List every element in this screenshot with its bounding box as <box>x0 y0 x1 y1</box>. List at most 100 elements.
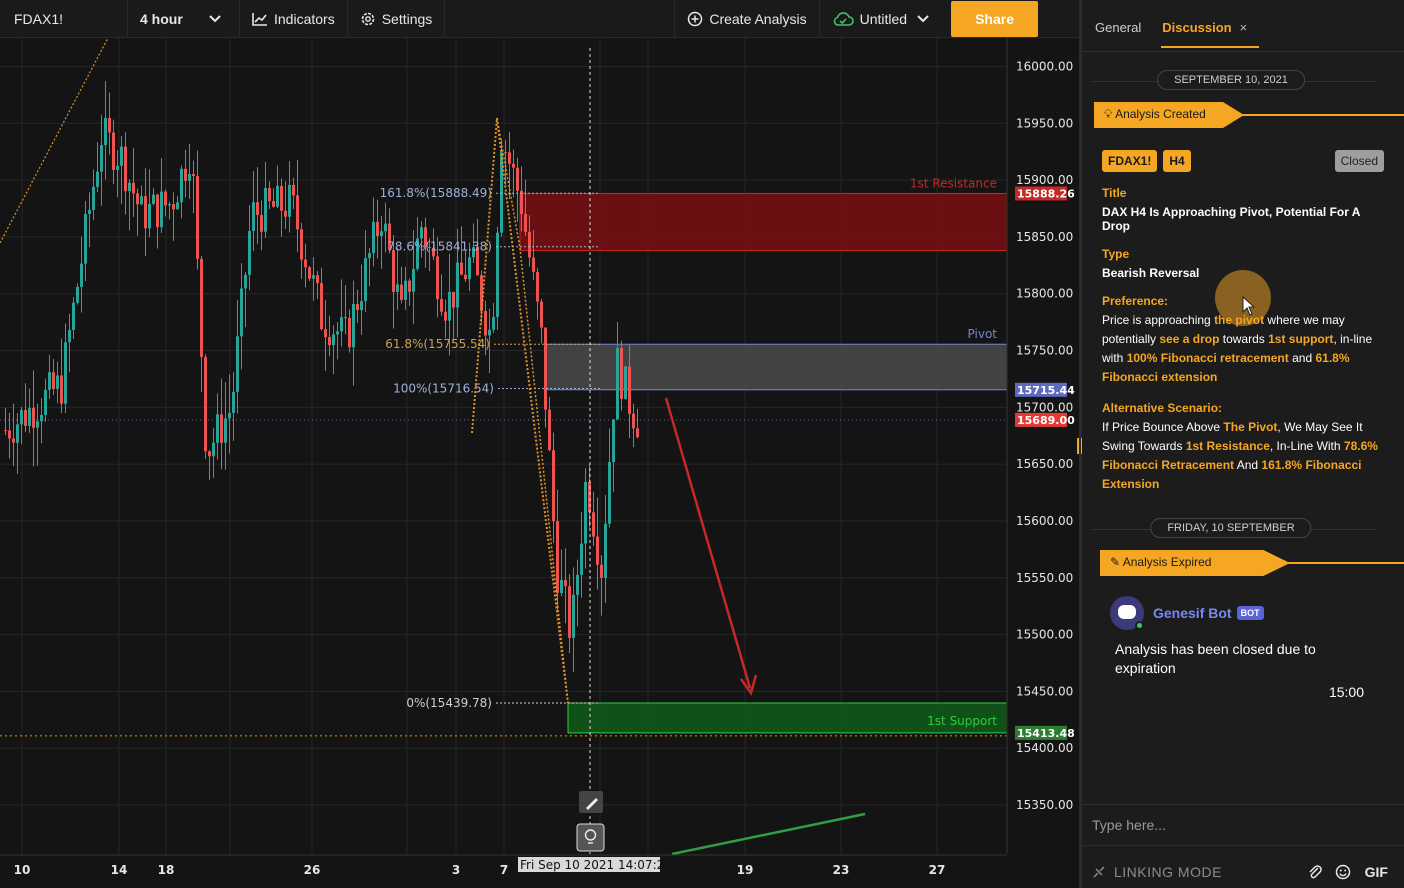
price-tag-label: 15689.00 <box>1017 414 1075 427</box>
analysis-tags: FDAX1! H4 Closed <box>1102 150 1384 172</box>
candle-body <box>308 267 311 279</box>
chart-zones: 1st Resistance Pivot 1st Support <box>519 176 1008 734</box>
candle-body <box>140 196 143 205</box>
candle-body <box>168 204 171 206</box>
candle-body <box>360 301 363 311</box>
candle-body <box>296 195 299 230</box>
candle-body <box>352 304 355 348</box>
zone-label: 1st Resistance <box>910 176 997 190</box>
pencil-tool-button[interactable] <box>579 791 603 813</box>
cloud-check-icon <box>833 11 854 26</box>
candle-body <box>628 366 631 414</box>
candle-body <box>244 274 247 289</box>
chevron-down-icon <box>917 14 929 22</box>
candle-body <box>176 202 179 210</box>
settings-button[interactable]: Settings <box>348 0 446 38</box>
candle-body <box>56 375 59 389</box>
time-tick-label: 7 <box>500 863 508 877</box>
create-analysis-label: Create Analysis <box>709 10 807 27</box>
symbol-selector[interactable]: FDAX1! <box>0 0 128 38</box>
candles <box>4 81 639 673</box>
candle-body <box>604 523 607 578</box>
candle-body <box>96 171 99 187</box>
banner-label: 💡︎ Analysis Created <box>1094 102 1244 128</box>
bot-message-text: Analysis has been closed due to expirati… <box>1115 641 1316 676</box>
paperclip-icon[interactable] <box>1307 864 1323 880</box>
layout-name: Untitled <box>859 10 908 27</box>
time-tick-label: 18 <box>158 863 175 877</box>
candle-body <box>356 304 359 311</box>
candle-body <box>484 310 487 336</box>
candle-body <box>232 391 235 413</box>
share-label: Share <box>975 10 1014 27</box>
candle-body <box>228 412 231 419</box>
date-pill: SEPTEMBER 10, 2021 <box>1157 70 1305 90</box>
candle-body <box>36 421 39 428</box>
settings-label: Settings <box>381 10 433 27</box>
candle-body <box>40 414 43 422</box>
candle-body <box>8 430 11 439</box>
candle-body <box>580 543 583 575</box>
fib-label: 161.8%(15888.49) <box>380 186 492 200</box>
close-tab-icon[interactable]: × <box>1240 20 1248 35</box>
crosshair-date-label: Fri Sep 10 2021 14:07:25 <box>520 858 672 872</box>
candle-body <box>612 419 615 463</box>
time-tick-label: 19 <box>737 863 754 877</box>
price-tick-label: 15850.00 <box>1016 230 1073 244</box>
tab-discussion[interactable]: Discussion × <box>1161 0 1260 48</box>
composer-tools: GIF <box>1307 864 1388 880</box>
gif-button[interactable]: GIF <box>1365 864 1388 880</box>
emoji-icon[interactable] <box>1335 864 1351 880</box>
candle-body <box>368 253 371 259</box>
candle-body <box>376 221 379 236</box>
interval-selector[interactable]: 4 hour <box>128 0 240 38</box>
candle-body <box>332 334 335 346</box>
candle-body <box>572 594 575 638</box>
candle-body <box>312 275 315 279</box>
indicators-button[interactable]: Indicators <box>240 0 348 38</box>
bot-name[interactable]: Genesif Bot <box>1153 605 1232 621</box>
discussion-feed[interactable]: SEPTEMBER 10, 2021 💡︎ Analysis Created F… <box>1082 52 1404 804</box>
candle-body <box>240 288 243 337</box>
candle-body <box>616 348 619 420</box>
candle-body <box>492 316 495 330</box>
text-run: Price is approaching <box>1102 313 1215 327</box>
tab-general[interactable]: General <box>1094 0 1153 45</box>
zone-pivot <box>544 343 1008 391</box>
create-analysis-button[interactable]: Create Analysis <box>674 0 820 38</box>
candle-body <box>48 372 51 390</box>
message-input[interactable] <box>1082 805 1404 845</box>
candle-body <box>104 117 107 146</box>
lightbulb-tool-button[interactable] <box>576 823 605 852</box>
chart-area[interactable]: 1st Resistance Pivot 1st Support 161.8%(15… <box>0 38 1080 888</box>
linking-mode-label[interactable]: LINKING MODE <box>1114 864 1222 880</box>
title-label: Title <box>1102 186 1127 200</box>
candle-body <box>24 409 27 426</box>
candle-body <box>532 257 535 272</box>
linking-mode-icon[interactable] <box>1090 863 1108 881</box>
zone-label: Pivot <box>968 327 998 341</box>
online-status-icon <box>1135 621 1144 630</box>
avatar[interactable] <box>1110 596 1144 630</box>
candle-body <box>524 213 527 232</box>
price-chart[interactable]: 1st Resistance Pivot 1st Support 161.8%(15… <box>0 38 1080 888</box>
text-run: And <box>1234 458 1262 472</box>
candle-body <box>16 424 19 443</box>
layout-selector[interactable]: Untitled <box>820 0 941 38</box>
candle-body <box>316 275 319 284</box>
price-tick-label: 15700.00 <box>1016 400 1073 414</box>
candle-body <box>384 223 387 232</box>
share-button[interactable]: Share <box>951 0 1038 37</box>
price-tick-label: 15600.00 <box>1016 514 1073 528</box>
candle-body <box>4 430 7 432</box>
message-timestamp: 15:00 <box>1328 684 1364 700</box>
candle-body <box>496 232 499 317</box>
candle-body <box>164 191 167 206</box>
candle-body <box>76 286 79 303</box>
candle-body <box>328 337 331 346</box>
price-tick-label: 15450.00 <box>1016 684 1073 698</box>
candle-body <box>324 329 327 338</box>
candle-body <box>576 574 579 595</box>
message-composer <box>1082 804 1404 846</box>
lightbulb-icon: 💡︎ <box>1104 107 1113 121</box>
